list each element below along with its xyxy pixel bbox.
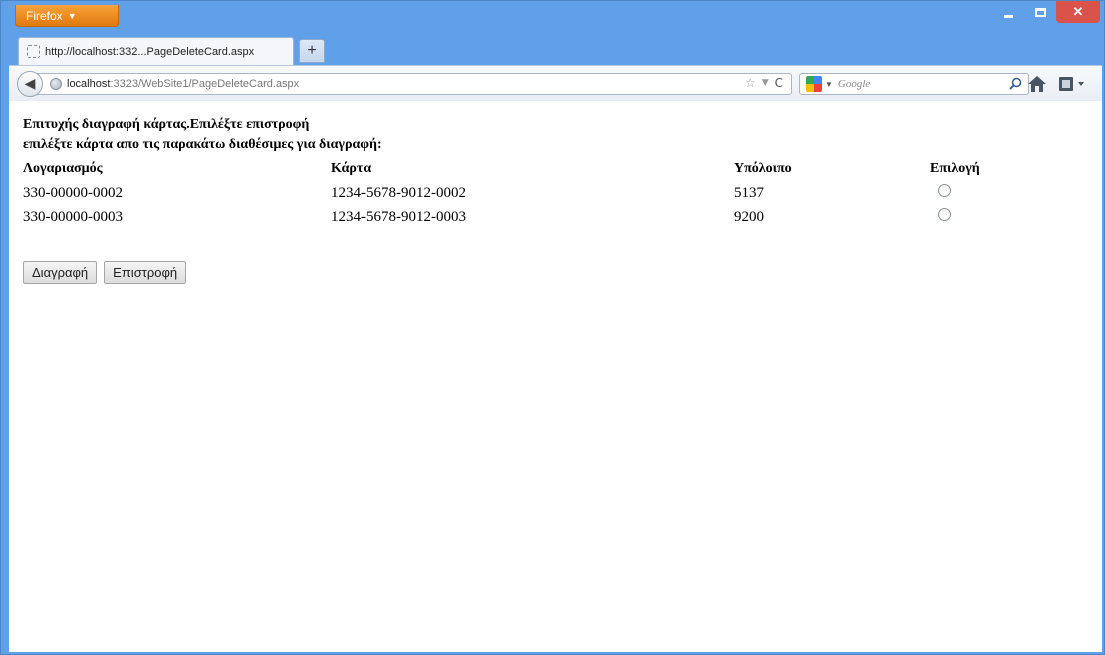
select-radio[interactable]	[938, 208, 951, 221]
url-text: localhost:3323/WebSite1/PageDeleteCard.a…	[67, 78, 299, 90]
tab-strip: http://localhost:332...PageDeleteCard.as…	[1, 33, 1105, 65]
back-arrow-icon: ◀	[24, 76, 36, 92]
home-icon[interactable]	[1027, 75, 1047, 93]
address-bar[interactable]: localhost:3323/WebSite1/PageDeleteCard.a…	[37, 73, 792, 95]
cell-account: 330-00000-0003	[23, 208, 123, 225]
cell-card: 1234-5678-9012-0002	[331, 184, 466, 201]
window-controls: ✕	[992, 1, 1100, 25]
search-placeholder: Google	[837, 78, 871, 90]
close-icon: ✕	[1072, 4, 1084, 19]
search-icon[interactable]	[1009, 77, 1022, 90]
search-engine-dropdown-icon[interactable]: ▼	[825, 80, 833, 89]
cell-select	[928, 181, 1008, 205]
cell-balance: 5137	[734, 184, 764, 201]
new-tab-button[interactable]: +	[299, 39, 325, 63]
cell-account: 330-00000-0002	[23, 184, 123, 201]
delete-button[interactable]: Διαγραφή	[23, 261, 98, 284]
close-button[interactable]: ✕	[1056, 1, 1100, 23]
cell-balance: 9200	[734, 208, 764, 225]
firefox-menu-button[interactable]: Firefox ▼	[15, 5, 119, 27]
cell-card: 1234-5678-9012-0003	[331, 208, 466, 225]
tab-current[interactable]: http://localhost:332...PageDeleteCard.as…	[18, 37, 294, 65]
url-host: localhost	[67, 78, 111, 90]
search-bar[interactable]: ▼ Google	[799, 73, 1029, 95]
reload-icon[interactable]: C	[775, 76, 783, 90]
globe-icon	[50, 78, 62, 90]
table-row: 330-00000-0003 1234-5678-9012-0003 9200	[21, 205, 1008, 229]
addon-icon[interactable]	[1057, 75, 1087, 93]
page-icon	[27, 45, 40, 58]
table-row: 330-00000-0002 1234-5678-9012-0002 5137	[21, 181, 1008, 205]
browser-window: Firefox ▼ ✕ http://localhost:332...PageD…	[0, 0, 1105, 655]
cards-table: Λογαριασμός Κάρτα Υπόλοιπο Επιλογή 330-0…	[21, 157, 1008, 229]
firefox-menu-label: Firefox	[26, 8, 63, 23]
navigation-bar: ◀ localhost:3323/WebSite1/PageDeleteCard…	[9, 65, 1102, 101]
plus-icon: +	[307, 42, 317, 59]
header-card: Κάρτα	[331, 161, 372, 176]
title-bar: Firefox ▼ ✕	[1, 1, 1105, 33]
instruction-text: επιλέξτε κάρτα απο τις παρακάτω διαθέσιμ…	[23, 137, 382, 152]
chevron-down-icon: ▼	[67, 10, 77, 21]
tab-title: http://localhost:332...PageDeleteCard.as…	[45, 45, 255, 58]
header-selection: Επιλογή	[930, 161, 980, 176]
table-header-row: Λογαριασμός Κάρτα Υπόλοιπο Επιλογή	[21, 157, 1008, 181]
url-path: :3323/WebSite1/PageDeleteCard.aspx	[110, 78, 300, 90]
url-actions: ☆ ▼ C	[745, 76, 783, 90]
google-logo-icon	[806, 76, 822, 92]
maximize-icon	[1034, 7, 1046, 17]
page-content: Επιτυχής διαγραφή κάρτας.Επιλέξτε επιστρ…	[9, 101, 1102, 652]
select-radio[interactable]	[938, 184, 951, 197]
cell-select	[928, 205, 1008, 229]
dropdown-icon[interactable]: ▼	[762, 78, 769, 90]
header-balance: Υπόλοιπο	[734, 161, 792, 176]
back-page-button[interactable]: Επιστροφή	[104, 261, 187, 284]
minimize-icon	[1003, 14, 1013, 18]
back-button[interactable]: ◀	[17, 71, 43, 97]
button-row: Διαγραφή Επιστροφή	[23, 261, 187, 284]
header-account: Λογαριασμός	[23, 161, 103, 176]
success-message: Επιτυχής διαγραφή κάρτας.Επιλέξτε επιστρ…	[23, 117, 310, 132]
bookmark-star-icon[interactable]: ☆	[745, 76, 756, 90]
maximize-button[interactable]	[1024, 1, 1056, 23]
minimize-button[interactable]	[992, 1, 1024, 23]
